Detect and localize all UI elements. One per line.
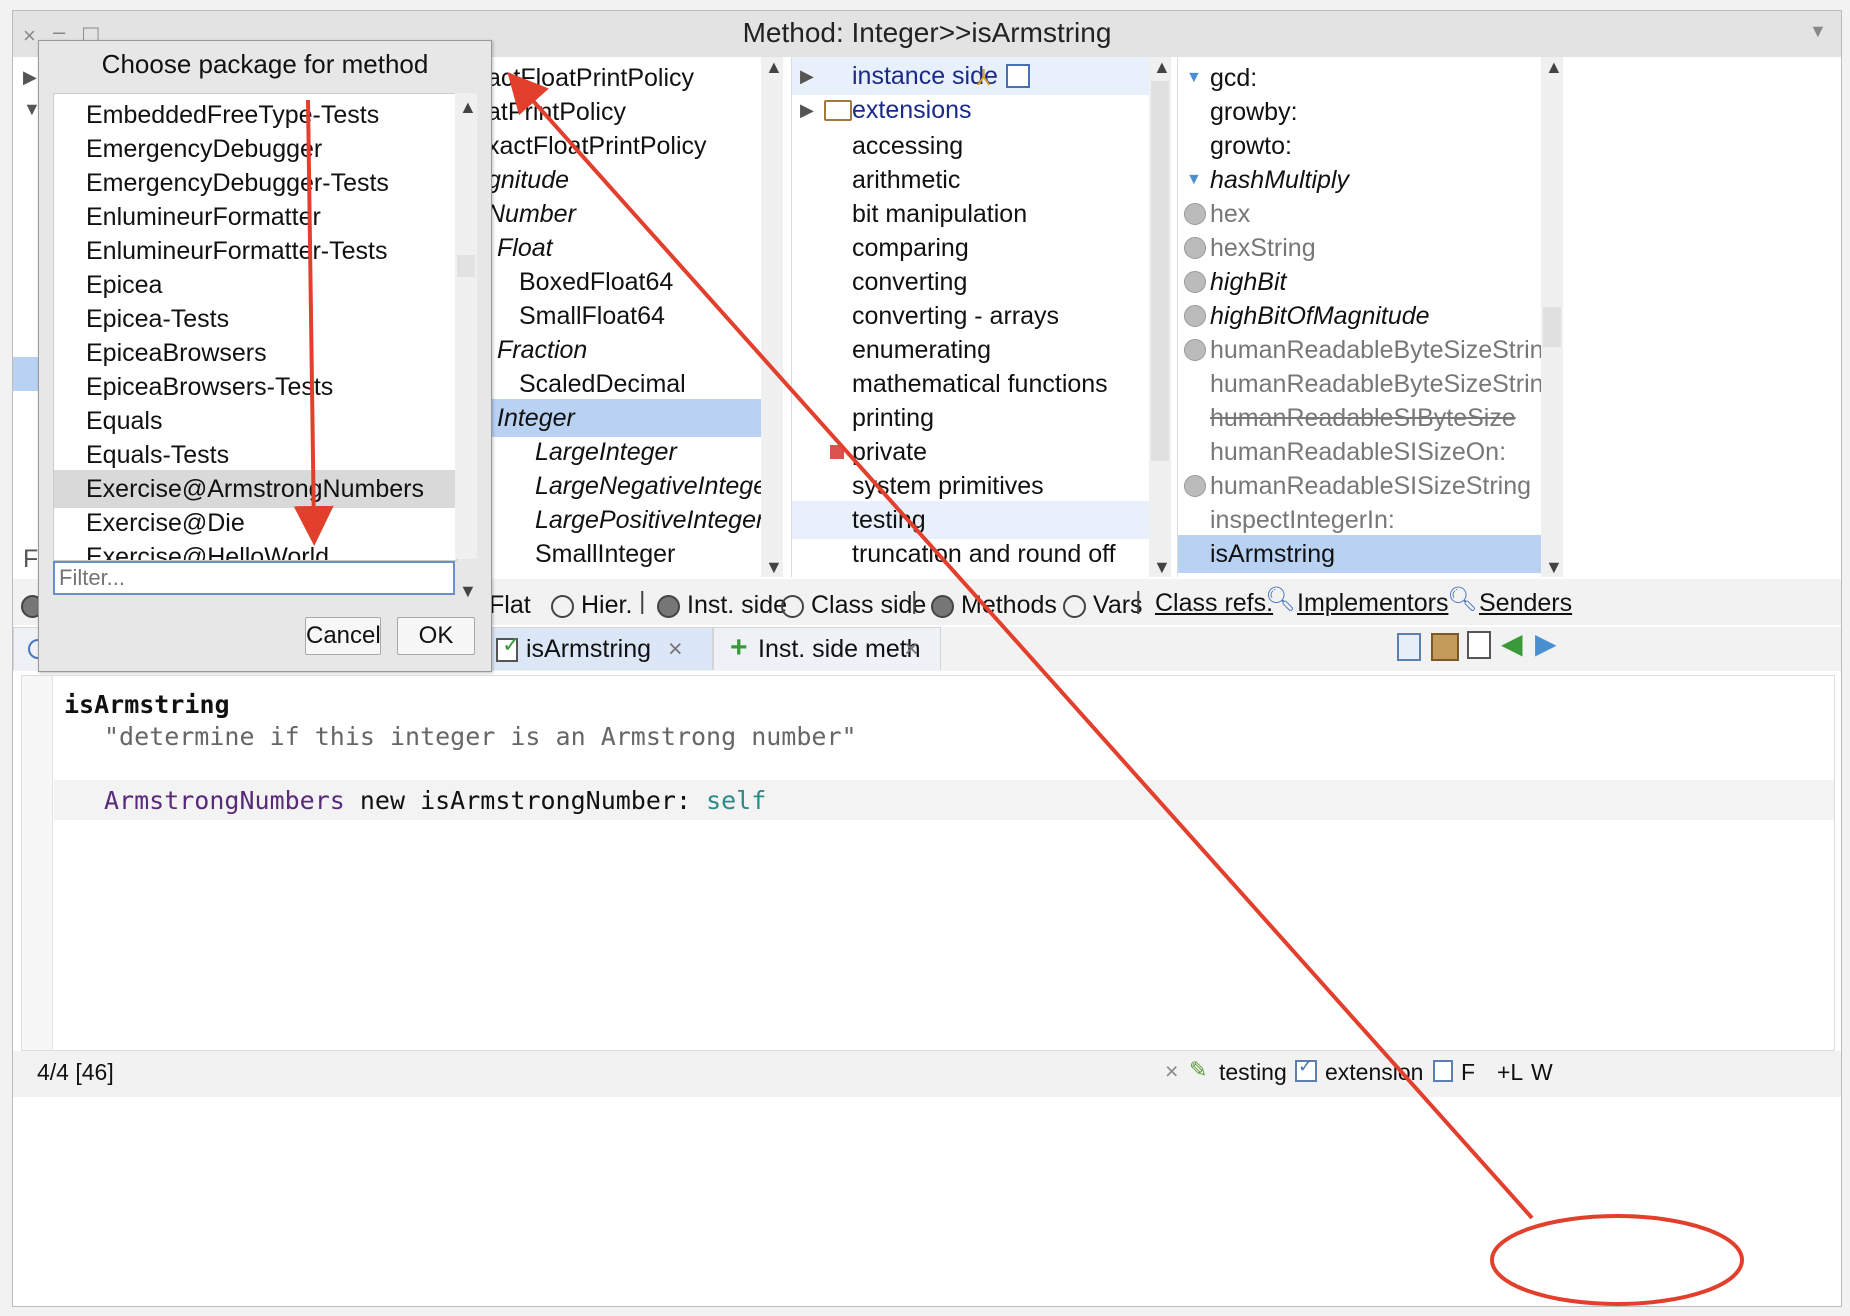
- annotation-arrow-diagonal: [507, 72, 1534, 1220]
- annotation-arrow-down: [293, 99, 334, 546]
- annotation-overlay: [293, 72, 1744, 1306]
- annotation-circle: [1490, 1214, 1744, 1306]
